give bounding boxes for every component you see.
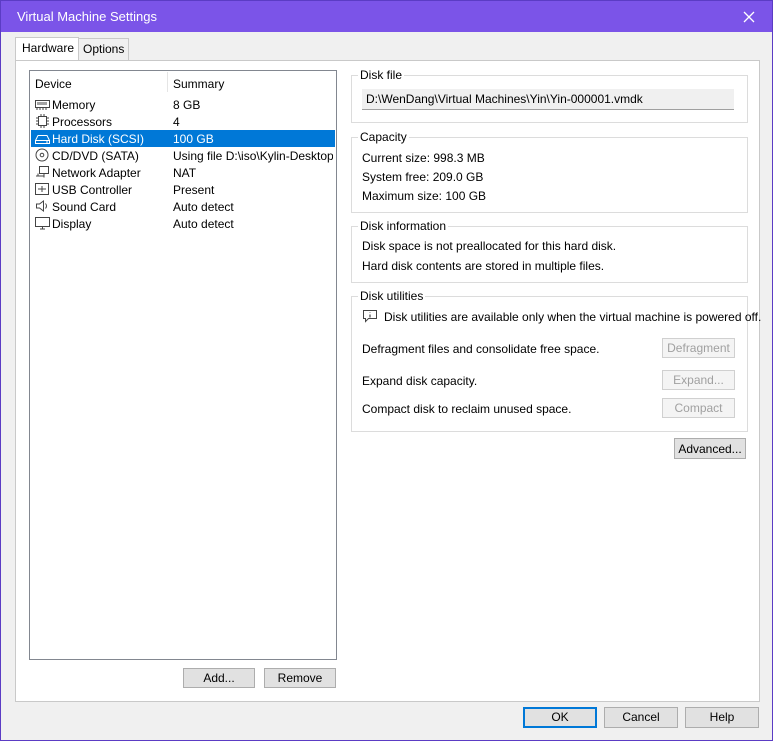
device-name: Hard Disk (SCSI) [52, 132, 145, 146]
display-icon [35, 216, 50, 230]
device-list[interactable]: Device Summary Memory 8 GB Processors 4 [29, 70, 337, 660]
device-name: Memory [52, 98, 96, 112]
device-summary: 8 GB [173, 98, 201, 112]
tab-hardware[interactable]: Hardware [15, 37, 79, 60]
device-row-network-adapter[interactable]: Network Adapter NAT [31, 164, 335, 181]
device-row-cd-dvd[interactable]: CD/DVD (SATA) Using file D:\iso\Kylin-De… [31, 147, 335, 164]
window-title: Virtual Machine Settings [17, 9, 157, 24]
expand-description: Expand disk capacity. [362, 374, 478, 388]
device-summary: Using file D:\iso\Kylin-Desktop… [173, 149, 333, 163]
sound-card-icon [35, 199, 50, 213]
capacity-title: Capacity [358, 130, 409, 144]
system-free-text: System free: 209.0 GB [362, 170, 484, 184]
device-name: Display [52, 217, 92, 231]
title-bar[interactable]: Virtual Machine Settings [1, 1, 772, 32]
device-row-sound-card[interactable]: Sound Card Auto detect [31, 198, 335, 215]
maximum-size-text: Maximum size: 100 GB [362, 189, 487, 203]
advanced-button[interactable]: Advanced... [674, 438, 746, 459]
device-row-hard-disk[interactable]: Hard Disk (SCSI) 100 GB [31, 130, 335, 147]
device-row-display[interactable]: Display Auto detect [31, 215, 335, 232]
usb-controller-icon [35, 182, 50, 196]
device-name: CD/DVD (SATA) [52, 149, 139, 163]
tab-options[interactable]: Options [76, 38, 129, 60]
device-row-memory[interactable]: Memory 8 GB [31, 96, 335, 113]
disk-file-title: Disk file [358, 68, 405, 82]
settings-dialog: Virtual Machine Settings Hardware Option… [0, 0, 773, 741]
capacity-group: Capacity Current size: 998.3 MB System f… [351, 130, 748, 213]
compact-button[interactable]: Compact [662, 398, 735, 418]
close-button[interactable] [726, 1, 772, 32]
current-size-text: Current size: 998.3 MB [362, 151, 485, 165]
disk-utilities-title: Disk utilities [358, 289, 426, 303]
help-button[interactable]: Help [685, 707, 759, 728]
device-summary: NAT [173, 166, 197, 180]
defragment-button[interactable]: Defragment [662, 338, 735, 358]
disk-file-group: Disk file D:\WenDang\Virtual Machines\Yi… [351, 68, 748, 123]
disk-utilities-notice: Disk utilities are available only when t… [384, 310, 762, 324]
device-summary: Auto detect [173, 200, 234, 214]
device-summary: Auto detect [173, 217, 234, 231]
add-button[interactable]: Add... [183, 668, 255, 688]
disk-information-line-2: Hard disk contents are stored in multipl… [362, 259, 605, 273]
device-name: Sound Card [52, 200, 117, 214]
column-separator[interactable] [167, 72, 168, 92]
info-icon [362, 309, 378, 323]
device-name: Processors [52, 115, 113, 129]
remove-button[interactable]: Remove [264, 668, 336, 688]
disk-information-title: Disk information [358, 219, 449, 233]
column-header-device[interactable]: Device [35, 77, 72, 91]
ok-button[interactable]: OK [523, 707, 597, 728]
close-icon [743, 11, 755, 23]
device-name: Network Adapter [52, 166, 141, 180]
defragment-description: Defragment files and consolidate free sp… [362, 342, 600, 356]
cd-dvd-icon [35, 148, 50, 162]
device-summary: 100 GB [173, 132, 214, 146]
disk-information-group: Disk information Disk space is not preal… [351, 219, 748, 283]
disk-information-line-1: Disk space is not preallocated for this … [362, 239, 617, 253]
device-row-usb-controller[interactable]: USB Controller Present [31, 181, 335, 198]
column-header-summary[interactable]: Summary [173, 77, 224, 91]
processor-icon [35, 114, 50, 128]
disk-utilities-group: Disk utilities Disk utilities are availa… [351, 289, 761, 432]
device-summary: Present [173, 183, 215, 197]
compact-description: Compact disk to reclaim unused space. [362, 402, 572, 416]
hard-disk-icon [35, 131, 50, 145]
expand-button[interactable]: Expand... [662, 370, 735, 390]
network-adapter-icon [35, 165, 50, 179]
cancel-button[interactable]: Cancel [604, 707, 678, 728]
device-summary: 4 [173, 115, 180, 129]
device-name: USB Controller [52, 183, 133, 197]
memory-icon [35, 97, 50, 111]
disk-file-path-field[interactable]: D:\WenDang\Virtual Machines\Yin\Yin-0000… [362, 89, 734, 110]
list-header: Device Summary [30, 71, 336, 94]
device-row-processors[interactable]: Processors 4 [31, 113, 335, 130]
hardware-panel: Device Summary Memory 8 GB Processors 4 [15, 60, 761, 702]
